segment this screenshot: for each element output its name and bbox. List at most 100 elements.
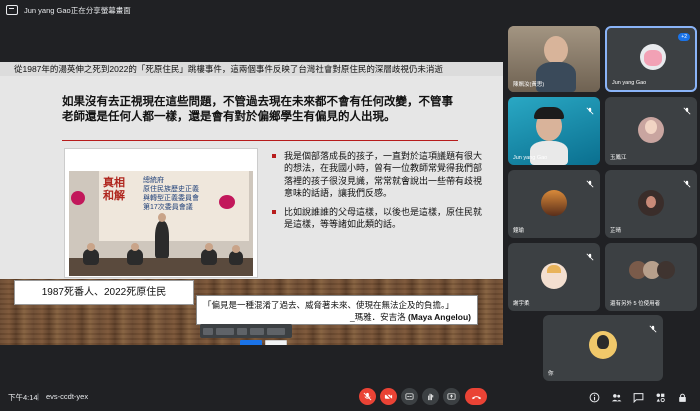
avatar <box>638 117 664 143</box>
bullet-item: 比如說誰誰的父母這樣，以後也是這樣，原住民就是這樣，等等諸如此類的話。 <box>272 206 482 231</box>
meeting-details-button[interactable] <box>588 391 600 403</box>
avatar-art <box>645 120 657 134</box>
clock: 下午4:14 <box>8 393 38 402</box>
participant-name: 謝宇柔 <box>513 301 530 307</box>
participant-name: Jun yang Gao <box>513 155 548 161</box>
avatar-art <box>597 335 609 349</box>
participant-name: 你 <box>548 371 554 377</box>
participant-name: 還有另外 5 位使用者 <box>610 301 661 307</box>
news-photo-card: 真相 和解 總統府 原住民族歷史正義 與轉型正義委員會 第17次委員會議 <box>64 148 258 278</box>
activities-icon <box>656 393 665 402</box>
speaker <box>155 221 169 259</box>
participant-tile[interactable]: 謝宇柔 <box>508 243 600 311</box>
presenting-banner: Jun yang Gao正在分享螢幕畫面 <box>0 0 505 22</box>
raise-hand-icon <box>428 393 434 401</box>
quote-box: 「偏見是一種混淆了過去、威脅著未來、使現在無法企及的負擔。」 _瑪雅．安吉洛 (… <box>196 295 478 325</box>
avatar-art <box>547 265 561 273</box>
slide-main-text: 如果沒有去正視現在這些問題，不管過去現在未來都不會有任何改變，不管事老師還是任何… <box>62 96 453 123</box>
attendee <box>201 249 217 265</box>
attendee-head <box>87 243 95 251</box>
attendee <box>229 251 243 265</box>
participant-tile-active[interactable]: +2 Jun yang Gao <box>605 26 697 92</box>
host-controls-icon <box>678 393 686 402</box>
avatar <box>541 190 567 216</box>
host-controls-button[interactable] <box>676 391 688 403</box>
participant-name: 芷晴 <box>610 228 622 234</box>
raise-hand-button[interactable] <box>422 388 439 405</box>
embedded-blue-button <box>240 340 262 345</box>
mini-pill <box>250 327 264 335</box>
chat-button[interactable] <box>632 391 644 403</box>
participant-tile[interactable]: Jun yang Gao <box>508 97 600 165</box>
news-photo: 真相 和解 總統府 原住民族歷史正義 與轉型正義委員會 第17次委員會議 <box>69 171 253 276</box>
present-button[interactable] <box>443 388 460 405</box>
avatar <box>657 261 675 279</box>
bullet-item: 我是個部落成長的孩子，一直對於這項議題有很大的想法，在我國小時，曾有一位教師常覺… <box>272 150 482 200</box>
mic-off-icon <box>649 320 657 333</box>
present-screen-icon <box>6 5 18 15</box>
avatar <box>589 331 617 359</box>
extra-count-badge: +2 <box>678 33 690 41</box>
mini-pill <box>267 327 285 335</box>
camera-off-icon <box>384 392 393 401</box>
mic-off-icon <box>586 175 594 188</box>
end-call-icon <box>471 395 481 399</box>
photo-blue-text: 總統府 原住民族歷史正義 與轉型正義委員會 第17次委員會議 <box>143 177 199 211</box>
present-icon <box>447 393 456 400</box>
flower-left <box>71 191 85 205</box>
chat-icon <box>633 392 643 403</box>
quote-author-prefix: _瑪雅．安吉洛 <box>349 312 409 322</box>
mic-off-icon <box>363 392 372 401</box>
quote-text: 「偏見是一種混淆了過去、威脅著未來、使現在無法企及的負擔。」 <box>203 300 454 310</box>
info-icon <box>589 392 599 402</box>
camera-toggle-button[interactable] <box>380 388 397 405</box>
mini-pill <box>216 327 234 335</box>
attendee <box>83 249 99 265</box>
participant-name: 鐘瑜 <box>513 228 525 234</box>
shared-screen: 從1987年的湯英伸之死到2022的「死原住民」跳樓事件，這兩個事件反映了台灣社… <box>0 62 503 345</box>
activities-button[interactable] <box>654 391 666 403</box>
meeting-code: evs-ccdt-yex <box>46 392 89 401</box>
attendee-head <box>205 243 213 251</box>
participant-name: 玉鳳江 <box>610 155 627 161</box>
participant-tile[interactable]: 玉鳳江 <box>605 97 697 165</box>
avatar-art <box>644 50 662 66</box>
participant-hair <box>534 107 564 119</box>
attendee <box>127 249 143 265</box>
participant-tile[interactable]: 芷晴 <box>605 170 697 238</box>
flower-right <box>219 195 235 209</box>
participant-tile[interactable]: 陳姵汝(黃思) <box>508 26 600 92</box>
avatar-art <box>646 196 656 208</box>
participant-name: Jun yang Gao <box>612 80 647 86</box>
participant-name: 陳姵汝(黃思) <box>513 82 545 88</box>
self-tile[interactable]: 你 <box>543 315 663 381</box>
bottom-control-bar: 下午4:14 | evs-ccdt-yex <box>0 383 700 411</box>
participant-group-tile[interactable]: 還有另外 5 位使用者 <box>605 243 697 311</box>
end-call-button[interactable] <box>465 388 487 405</box>
participant-tile[interactable]: 鐘瑜 <box>508 170 600 238</box>
mic-off-icon <box>683 175 691 188</box>
quote-author-line: _瑪雅．安吉洛 (Maya Angelou) <box>203 311 471 323</box>
avatar <box>638 190 664 216</box>
participant-body <box>530 141 568 165</box>
mic-off-icon <box>683 102 691 115</box>
mini-pill <box>203 327 213 335</box>
mic-toggle-button[interactable] <box>359 388 376 405</box>
meet-window: Jun yang Gao正在分享螢幕畫面 從1987年的湯英伸之死到2022的「… <box>0 0 700 411</box>
mic-off-icon <box>586 102 594 115</box>
mini-pill <box>237 327 247 335</box>
attendee-head <box>232 245 240 253</box>
captions-button[interactable] <box>401 388 418 405</box>
speaker-head <box>158 213 166 222</box>
slide-header: 從1987年的湯英伸之死到2022的「死原住民」跳樓事件，這兩個事件反映了台灣社… <box>0 62 503 76</box>
presenting-title: Jun yang Gao正在分享螢幕畫面 <box>24 6 131 15</box>
attendee-head <box>131 243 139 251</box>
embedded-gray-button <box>265 340 287 345</box>
people-button[interactable] <box>610 391 622 403</box>
avatar <box>541 263 567 289</box>
slide-bullets: 我是個部落成長的孩子，一直對於這項議題有很大的想法，在我國小時，曾有一位教師常覺… <box>272 150 482 236</box>
photo-caption: 1987死番人、2022死原住民 <box>14 280 194 305</box>
participant-face <box>544 36 568 64</box>
mic-off-icon <box>586 248 594 261</box>
avatar <box>640 44 666 70</box>
